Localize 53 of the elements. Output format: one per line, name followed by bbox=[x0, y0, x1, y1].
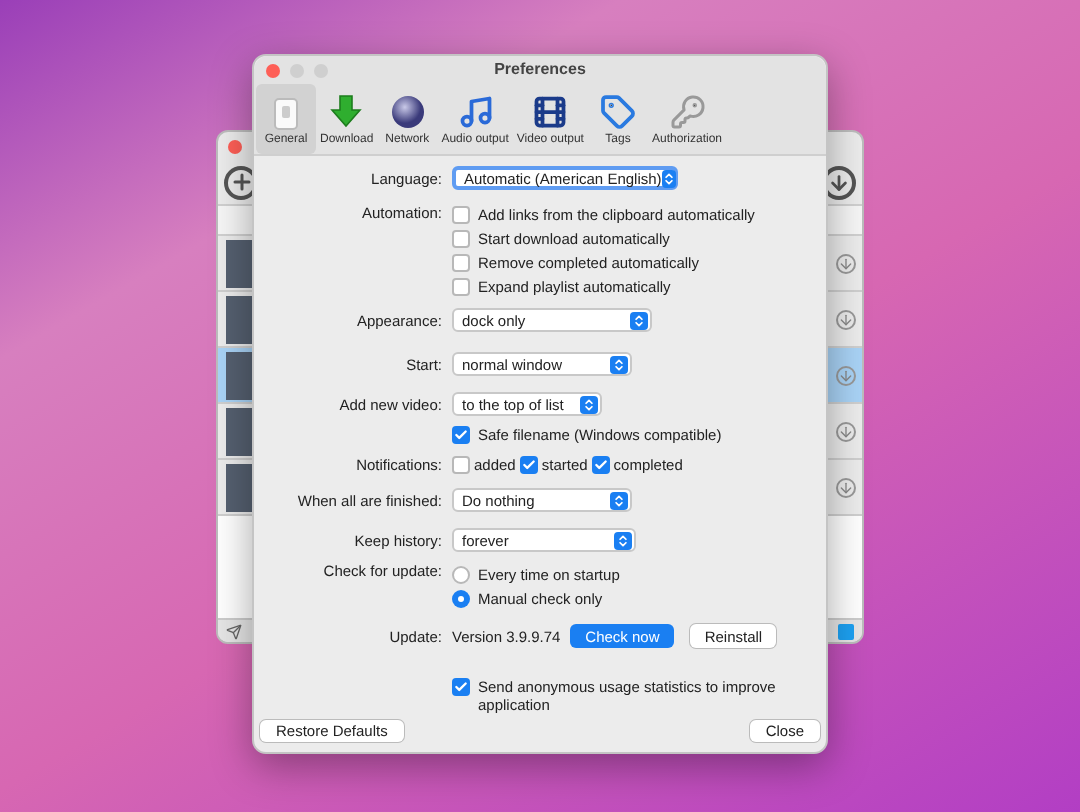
arrow-down-icon bbox=[828, 171, 850, 193]
download-icon[interactable] bbox=[836, 421, 856, 441]
row-action-cell[interactable] bbox=[828, 236, 862, 292]
music-note-icon bbox=[457, 93, 494, 130]
download-icon[interactable] bbox=[836, 365, 856, 385]
video-thumbnail bbox=[226, 463, 252, 511]
tag-icon bbox=[599, 93, 636, 130]
globe-icon bbox=[389, 93, 426, 130]
checkbox[interactable] bbox=[452, 278, 470, 296]
row-action-cell[interactable] bbox=[828, 292, 862, 348]
download-icon[interactable] bbox=[836, 309, 856, 329]
checkbox[interactable] bbox=[452, 206, 470, 224]
check-icon bbox=[521, 457, 536, 471]
row-thumbnail-cell[interactable] bbox=[218, 292, 252, 348]
download-icon[interactable] bbox=[836, 477, 856, 497]
checkbox[interactable] bbox=[452, 426, 470, 444]
switch-icon bbox=[274, 97, 298, 130]
row-action-cell[interactable] bbox=[828, 460, 862, 516]
share-icon[interactable] bbox=[838, 623, 854, 639]
video-thumbnail bbox=[226, 239, 252, 287]
check-icon bbox=[454, 428, 468, 442]
radio-button[interactable] bbox=[452, 565, 470, 583]
stepper-icon bbox=[661, 169, 676, 187]
video-thumbnail bbox=[226, 295, 252, 343]
stepper-icon bbox=[610, 491, 628, 509]
checkbox[interactable] bbox=[452, 678, 470, 696]
row-thumbnail-cell[interactable] bbox=[218, 404, 252, 460]
send-icon[interactable] bbox=[226, 623, 242, 639]
film-strip-icon bbox=[532, 93, 569, 130]
stepper-icon bbox=[630, 311, 648, 329]
download-icon[interactable] bbox=[836, 253, 856, 273]
stepper-icon bbox=[614, 531, 632, 549]
video-thumbnail bbox=[226, 407, 252, 455]
checkbox[interactable] bbox=[519, 455, 538, 473]
keys-icon bbox=[669, 93, 705, 130]
row-action-cell[interactable] bbox=[828, 404, 862, 460]
stepper-icon bbox=[610, 355, 628, 373]
radio-button[interactable] bbox=[452, 589, 470, 607]
stepper-icon bbox=[580, 395, 598, 413]
plus-icon bbox=[229, 170, 253, 194]
checkbox[interactable] bbox=[591, 455, 610, 473]
checkbox[interactable] bbox=[452, 254, 470, 272]
row-thumbnail-cell[interactable] bbox=[218, 348, 252, 404]
checkbox[interactable] bbox=[452, 230, 470, 248]
download-arrow-icon bbox=[328, 93, 365, 130]
row-action-cell[interactable] bbox=[828, 348, 862, 404]
window-title: Preferences bbox=[494, 60, 586, 80]
check-icon bbox=[454, 680, 468, 694]
check-icon bbox=[593, 457, 608, 471]
row-thumbnail-cell[interactable] bbox=[218, 460, 252, 516]
video-thumbnail bbox=[226, 351, 252, 399]
checkbox[interactable] bbox=[452, 455, 470, 473]
row-thumbnail-cell[interactable] bbox=[218, 236, 252, 292]
